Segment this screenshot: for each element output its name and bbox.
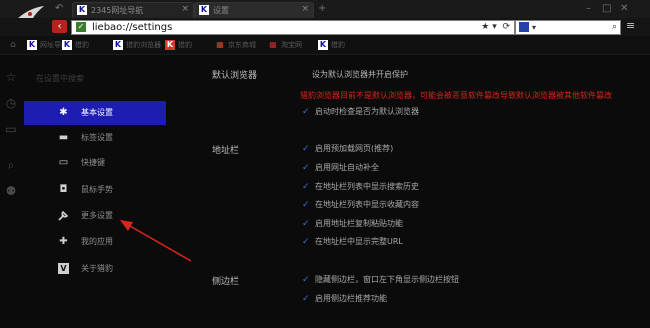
tab-0[interactable]: K 2345网址导航 × xyxy=(72,2,194,18)
checkbox-checked-icon[interactable]: ✓ xyxy=(302,181,310,193)
bookmark-favicon-icon: K xyxy=(318,40,328,50)
set-default-browser-button[interactable]: 设为默认浏览器并开启保护 xyxy=(312,69,408,80)
wrench-icon xyxy=(58,210,69,221)
option-label: 启用地址栏复制粘贴功能 xyxy=(315,219,403,228)
bookmark-favicon-icon: K xyxy=(62,40,72,50)
option-label: 在地址栏中显示完整URL xyxy=(315,237,403,246)
chevron-down-icon[interactable]: ▾ xyxy=(532,21,536,34)
v-icon: V xyxy=(58,263,69,274)
checkbox-checked-icon[interactable]: ✓ xyxy=(302,236,310,248)
section-title-default-browser: 默认浏览器 xyxy=(212,71,258,81)
game-rail-icon[interactable]: ⚉ xyxy=(4,184,18,198)
option-label: 隐藏侧边栏，窗口左下角显示侧边栏按钮 xyxy=(315,275,459,284)
window-close-icon[interactable]: ✕ xyxy=(620,3,628,14)
search-icon[interactable]: ⌕ xyxy=(612,21,617,34)
refresh-icon[interactable]: ↶ xyxy=(55,3,63,14)
settings-search-input[interactable]: 在设置中搜索 xyxy=(36,73,84,84)
tab-title: 2345网址导航 xyxy=(91,6,144,15)
nav-label: 鼠标手势 xyxy=(81,185,113,194)
bookmark-label: 猎豹 xyxy=(331,41,345,49)
close-tab-icon[interactable]: × xyxy=(301,4,309,14)
history-rail-icon[interactable]: ◷ xyxy=(4,96,18,110)
star-icon[interactable]: ★ xyxy=(481,22,489,32)
option-label: 在地址栏列表中显示收藏内容 xyxy=(315,200,419,209)
bookmark-favicon-icon: K xyxy=(27,40,37,50)
gear-icon: ✱ xyxy=(59,107,68,118)
bookmark-favicon-icon: K xyxy=(113,40,123,50)
checkbox-checked-icon[interactable]: ✓ xyxy=(302,293,310,305)
bookmark-label: 猎豹 xyxy=(75,41,89,49)
bookmark-favicon-icon: ▦ xyxy=(216,40,224,49)
option-label: 启动时检查是否为默认浏览器 xyxy=(315,107,419,116)
option-label: 启用网址自动补全 xyxy=(315,163,379,172)
nav-label: 基本设置 xyxy=(81,108,113,117)
minimize-icon[interactable]: – xyxy=(586,3,591,14)
tab-1[interactable]: K 设置 × xyxy=(194,2,314,18)
checkbox-checked-icon[interactable]: ✓ xyxy=(302,162,310,174)
nav-label: 我的应用 xyxy=(81,237,113,246)
dropdown-icon[interactable]: ▾ xyxy=(492,22,497,32)
mouse-icon: ◘ xyxy=(59,184,68,195)
bookmark-favicon-icon: K xyxy=(165,40,175,50)
bookmark-label: 淘宝网 xyxy=(281,41,302,49)
option-label: 启用预加载网页(推荐) xyxy=(315,144,394,153)
close-tab-icon[interactable]: × xyxy=(181,4,189,14)
checkbox-checked-icon[interactable]: ✓ xyxy=(302,106,310,118)
bookmark-label: 京东商城 xyxy=(228,41,256,49)
checkbox-checked-icon[interactable]: ✓ xyxy=(302,143,310,155)
tag-icon: ▬ xyxy=(58,132,69,143)
search-box[interactable]: ▾ ⌕ xyxy=(515,20,621,35)
checkbox-checked-icon[interactable]: ✓ xyxy=(302,218,310,230)
checkbox-checked-icon[interactable]: ✓ xyxy=(302,199,310,211)
search-engine-icon[interactable] xyxy=(519,22,529,32)
nav-more-settings[interactable]: 更多设置 xyxy=(24,204,166,228)
address-bar[interactable]: ✓ liebao://settings ★ ▾ ⟳ xyxy=(71,20,515,35)
puzzle-icon: ✚ xyxy=(59,236,68,247)
nav-shortcuts[interactable]: ▭ 快捷键 xyxy=(24,151,166,175)
option-label: 启用侧边栏推荐功能 xyxy=(315,294,387,303)
nav-label: 快捷键 xyxy=(81,158,105,167)
section-title-sidebar: 侧边栏 xyxy=(212,277,240,287)
keyboard-icon: ▭ xyxy=(58,157,69,168)
secure-check-icon: ✓ xyxy=(76,22,86,32)
default-browser-warning: 猎豹浏览器目前不是默认浏览器，可能会被恶意软件篡改导致默认浏览器被其他软件篡改 xyxy=(300,91,612,100)
nav-my-apps[interactable]: ✚ 我的应用 xyxy=(24,230,166,254)
maximize-icon[interactable]: □ xyxy=(602,3,611,14)
back-button[interactable]: ‹ xyxy=(52,20,67,33)
option-label: 在地址栏列表中显示搜索历史 xyxy=(315,182,419,191)
reload-icon[interactable]: ⟳ xyxy=(500,22,510,32)
bookmark-label: 猎豹 xyxy=(178,41,192,49)
nav-label: 关于猎豹 xyxy=(81,264,113,273)
tab-favicon-icon: K xyxy=(77,5,87,15)
bookmark-favicon-icon: ▦ xyxy=(269,40,277,49)
nav-label: 更多设置 xyxy=(81,211,113,220)
section-title-address-bar: 地址栏 xyxy=(212,146,240,156)
bookmark-label: 猎豹浏览器 xyxy=(126,41,161,49)
menu-icon[interactable]: ≡ xyxy=(626,19,635,32)
download-rail-icon[interactable]: ▭ xyxy=(4,122,18,136)
nav-label: 标签设置 xyxy=(81,133,113,142)
search-rail-icon[interactable]: ⌕ xyxy=(4,158,18,172)
nav-mouse-gestures[interactable]: ◘ 鼠标手势 xyxy=(24,178,166,202)
nav-about[interactable]: V 关于猎豹 xyxy=(24,257,166,281)
nav-basic-settings[interactable]: ✱ 基本设置 xyxy=(24,101,166,125)
new-tab-icon[interactable]: + xyxy=(318,3,326,14)
url-text[interactable]: liebao://settings xyxy=(92,21,172,34)
star-rail-icon[interactable]: ☆ xyxy=(4,70,18,84)
home-icon[interactable]: ⌂ xyxy=(6,38,20,52)
checkbox-checked-icon[interactable]: ✓ xyxy=(302,274,310,286)
nav-tab-settings[interactable]: ▬ 标签设置 xyxy=(24,126,166,150)
tab-favicon-icon: K xyxy=(199,5,209,15)
tab-title: 设置 xyxy=(213,6,229,15)
